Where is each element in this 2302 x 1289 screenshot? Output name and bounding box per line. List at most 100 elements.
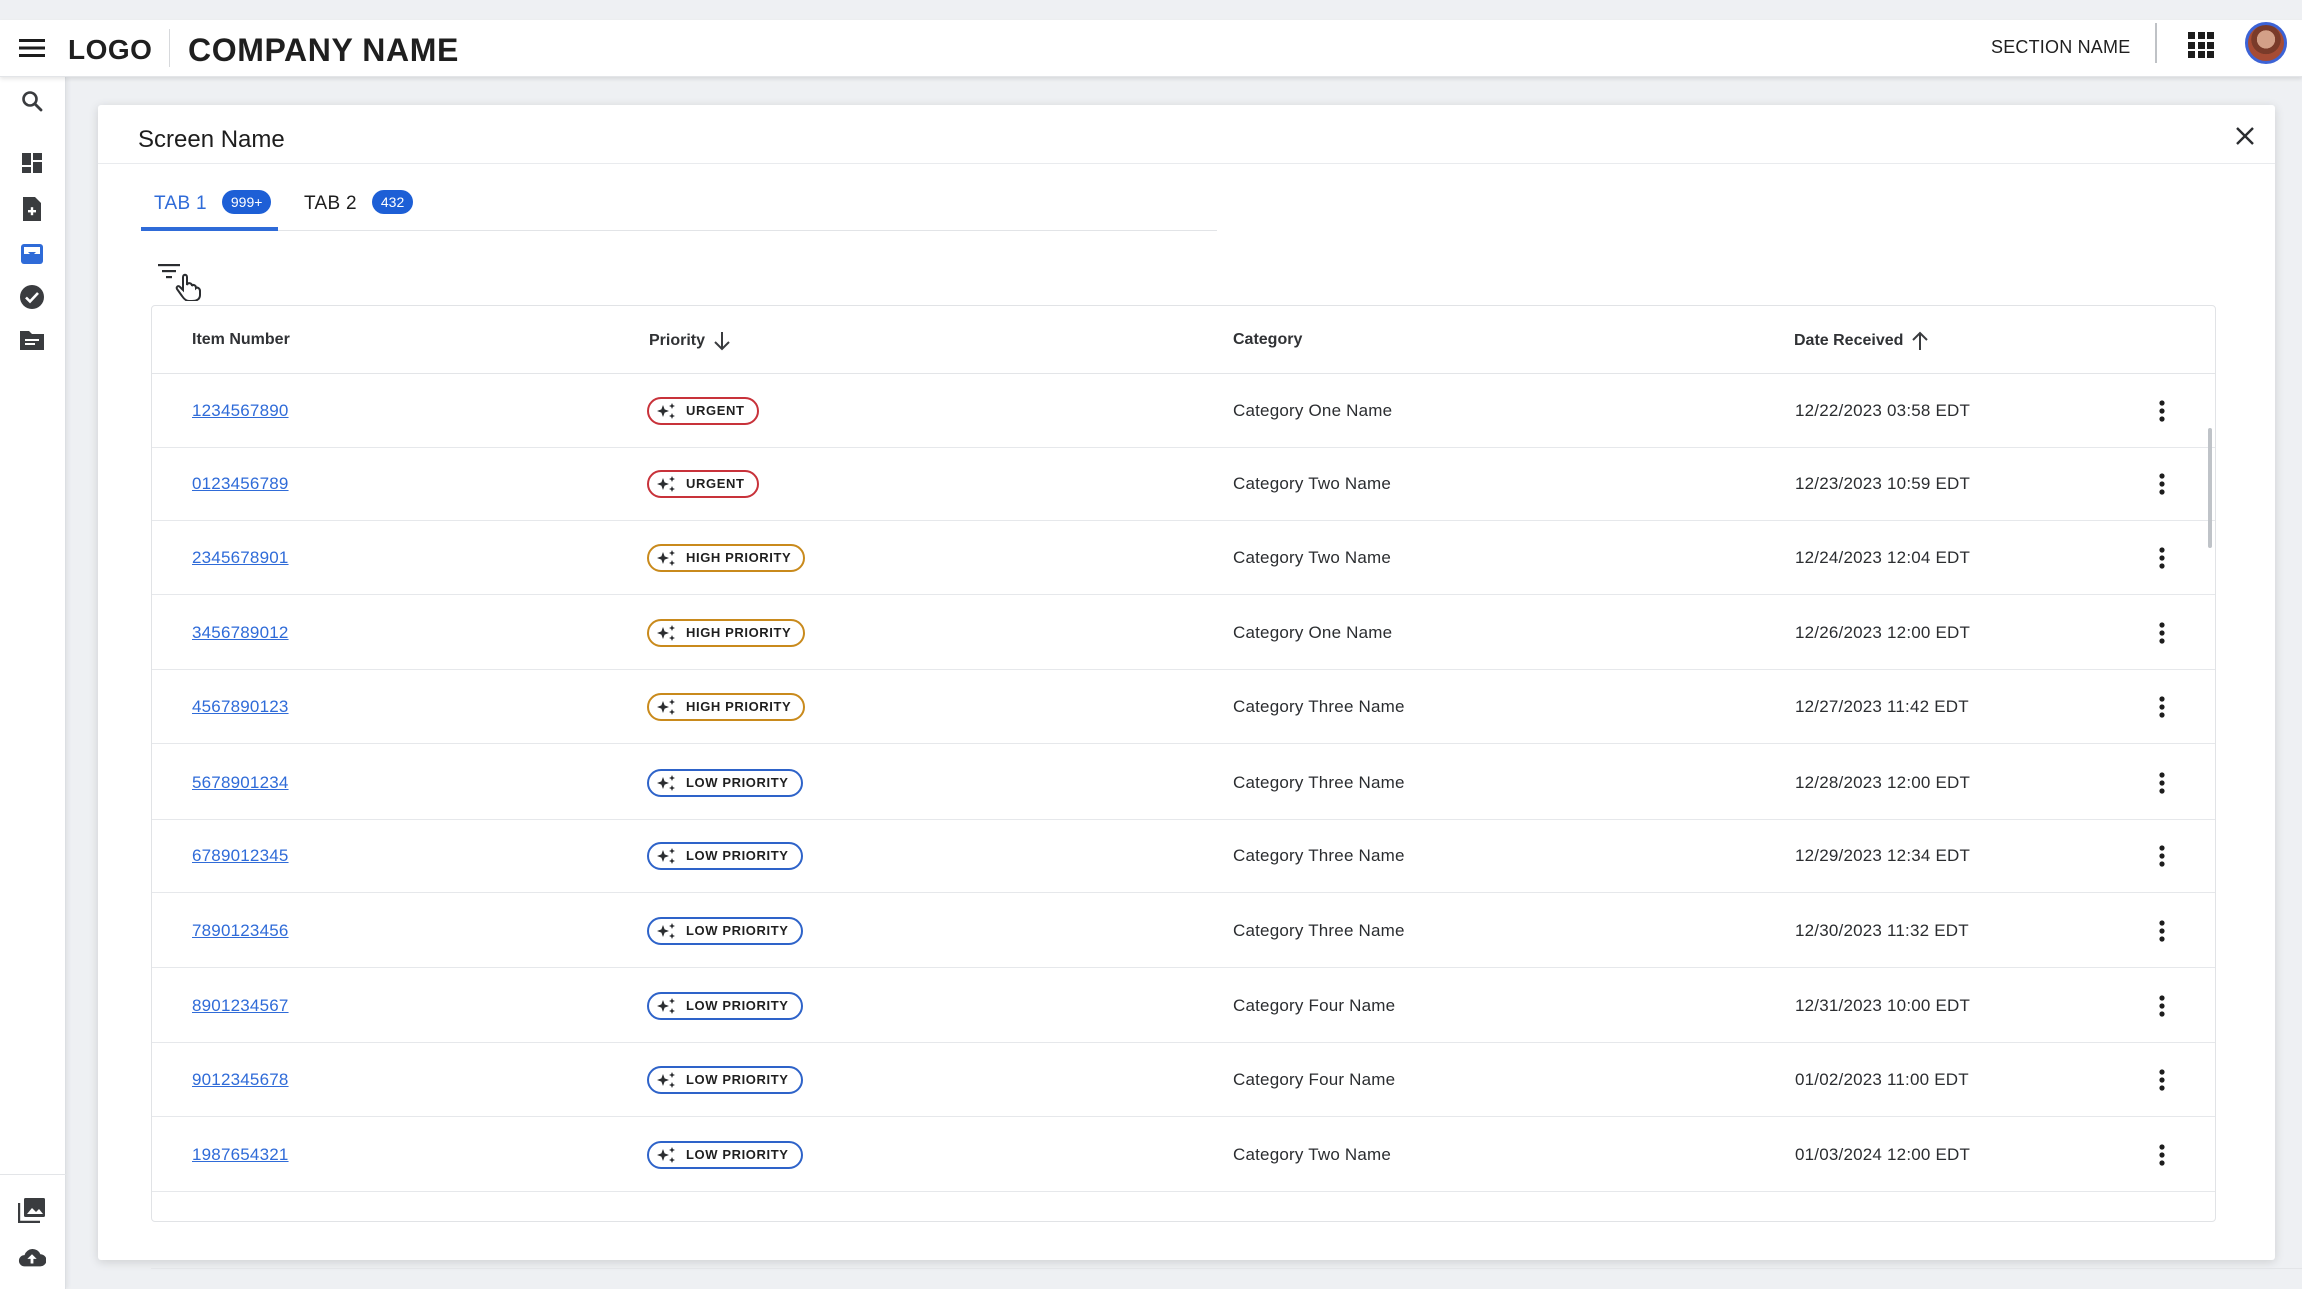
scrollbar-thumb[interactable]: [2208, 428, 2212, 548]
priority-badge: LOW PRIORITY: [647, 916, 803, 945]
item-number-link[interactable]: 1234567890: [192, 401, 289, 421]
date-received-cell: 12/31/2023 10:00 EDT: [1795, 995, 1971, 1015]
header-item-number-label: Item Number: [192, 331, 290, 348]
table-row[interactable]: 0123456789 URGENT Category Two Name 12/23/2…: [152, 447, 2215, 521]
item-number-link[interactable]: 1987654321: [192, 1145, 289, 1165]
menu-icon[interactable]: [17, 33, 47, 63]
more-vert-icon[interactable]: [2147, 618, 2177, 648]
table-row[interactable]: 5678901234 LOW PRIORITY Category Three Nam…: [152, 746, 2215, 820]
table-header: Item Number Priority Category Date Recei…: [152, 306, 2215, 374]
more-vert-icon[interactable]: [2147, 1065, 2177, 1095]
header-priority[interactable]: Priority: [649, 331, 731, 351]
cloud-upload-icon[interactable]: [18, 1243, 46, 1271]
date-received-cell: 12/23/2023 10:59 EDT: [1795, 473, 1971, 493]
category-cell: Category Three Name: [1233, 845, 1405, 865]
priority-badge: URGENT: [647, 396, 759, 425]
priority-chip: LOW PRIORITY: [647, 768, 803, 797]
priority-chip: LOW PRIORITY: [647, 1065, 803, 1094]
apps-grid-icon[interactable]: [2185, 29, 2215, 59]
logo[interactable]: LOGO: [68, 34, 152, 66]
sparkle-icon: [657, 1146, 675, 1163]
add-document-icon[interactable]: [18, 195, 46, 223]
inbox-icon[interactable]: [18, 240, 46, 268]
item-number-link[interactable]: 5678901234: [192, 773, 289, 793]
date-received-cell: 12/22/2023 03:58 EDT: [1795, 400, 1971, 420]
item-number-link[interactable]: 2345678901: [192, 548, 289, 568]
more-vert-icon[interactable]: [2147, 916, 2177, 946]
priority-chip: LOW PRIORITY: [647, 991, 803, 1020]
sparkle-icon: [657, 624, 675, 641]
date-received-cell: 12/27/2023 11:42 EDT: [1795, 696, 1969, 716]
priority-badge: LOW PRIORITY: [647, 841, 803, 870]
topbar-divider: [2155, 23, 2157, 63]
header-date-received[interactable]: Date Received: [1794, 331, 1929, 351]
filter-icon[interactable]: [154, 257, 210, 302]
item-number-link[interactable]: 9012345678: [192, 1070, 289, 1090]
more-vert-icon[interactable]: [2147, 1140, 2177, 1170]
date-received-cell: 01/03/2024 12:00 EDT: [1795, 1144, 1971, 1164]
sparkle-icon: [657, 698, 675, 715]
priority-chip: LOW PRIORITY: [647, 1140, 803, 1169]
tab-2[interactable]: TAB 2 432: [304, 181, 434, 231]
title-divider: [169, 29, 170, 67]
card-footer-divider: [151, 1268, 2302, 1269]
item-number-link[interactable]: 3456789012: [192, 623, 289, 643]
priority-label: LOW PRIORITY: [686, 998, 789, 1013]
dashboard-icon[interactable]: [18, 149, 46, 177]
item-number-link[interactable]: 0123456789: [192, 474, 289, 494]
section-name-link[interactable]: SECTION NAME: [1991, 37, 2130, 58]
date-received-cell: 01/02/2023 11:00 EDT: [1795, 1069, 1969, 1089]
table-row[interactable]: 1987654321 LOW PRIORITY Category Two Name 0…: [152, 1118, 2215, 1192]
table-row[interactable]: 2345678901 HIGH PRIORITY Category Two Name…: [152, 521, 2215, 595]
item-number-link[interactable]: 4567890123: [192, 697, 289, 717]
more-vert-icon[interactable]: [2147, 692, 2177, 722]
priority-label: LOW PRIORITY: [686, 848, 789, 863]
item-number-link[interactable]: 6789012345: [192, 846, 289, 866]
category-cell: Category One Name: [1233, 400, 1393, 420]
screen-card: Screen Name TAB 1 999+ TAB 2 432 Item Nu…: [98, 105, 2302, 1269]
header-category[interactable]: Category: [1233, 331, 1302, 349]
table-row[interactable]: 6789012345 LOW PRIORITY Category Three Nam…: [152, 819, 2215, 893]
avatar[interactable]: [2245, 22, 2287, 64]
tab-1[interactable]: TAB 1 999+: [141, 181, 278, 231]
priority-label: HIGH PRIORITY: [686, 699, 792, 714]
folder-icon[interactable]: [18, 326, 46, 354]
priority-label: LOW PRIORITY: [686, 1072, 789, 1087]
sparkle-icon: [657, 922, 675, 939]
photo-library-icon[interactable]: [18, 1196, 46, 1224]
category-cell: Category Four Name: [1233, 1069, 1396, 1089]
table-row[interactable]: 1234567890 URGENT Category One Name 12/22/2…: [152, 374, 2215, 448]
priority-chip: URGENT: [647, 469, 759, 498]
header-priority-label: Priority: [649, 332, 706, 349]
check-circle-icon[interactable]: [18, 283, 46, 311]
items-table: Item Number Priority Category Date Recei…: [151, 305, 2216, 1222]
table-row[interactable]: 7890123456 LOW PRIORITY Category Three Nam…: [152, 894, 2215, 968]
table-row[interactable]: 8901234567 LOW PRIORITY Category Four Name…: [152, 969, 2215, 1043]
close-icon[interactable]: [2230, 121, 2260, 151]
category-cell: Category Three Name: [1233, 920, 1405, 940]
header-date-label: Date Received: [1794, 332, 1904, 349]
more-vert-icon[interactable]: [2147, 768, 2177, 798]
more-vert-icon[interactable]: [2147, 841, 2177, 871]
more-vert-icon[interactable]: [2147, 991, 2177, 1021]
table-row[interactable]: 9012345678 LOW PRIORITY Category Four Name…: [152, 1043, 2215, 1117]
more-vert-icon[interactable]: [2147, 396, 2177, 426]
table-row[interactable]: 4567890123 HIGH PRIORITY Category Three Na…: [152, 670, 2215, 744]
more-vert-icon[interactable]: [2147, 543, 2177, 573]
table-row[interactable]: 3456789012 HIGH PRIORITY Category One Name…: [152, 596, 2215, 670]
more-vert-icon[interactable]: [2147, 469, 2177, 499]
sparkle-icon: [657, 1071, 675, 1088]
header-item-number[interactable]: Item Number: [192, 331, 290, 349]
company-name: COMPANY NAME: [188, 32, 459, 68]
priority-label: LOW PRIORITY: [686, 923, 789, 938]
tab-2-label: TAB 2: [304, 193, 357, 214]
item-number-link[interactable]: 8901234567: [192, 996, 289, 1016]
search-icon[interactable]: [18, 87, 46, 115]
priority-badge: HIGH PRIORITY: [647, 543, 806, 572]
date-received-cell: 12/28/2023 12:00 EDT: [1795, 772, 1971, 792]
item-number-link[interactable]: 7890123456: [192, 921, 289, 941]
priority-label: HIGH PRIORITY: [686, 625, 792, 640]
tab-bar: TAB 1 999+ TAB 2 432: [141, 181, 1217, 231]
priority-label: URGENT: [686, 476, 745, 491]
priority-badge: LOW PRIORITY: [647, 768, 803, 797]
